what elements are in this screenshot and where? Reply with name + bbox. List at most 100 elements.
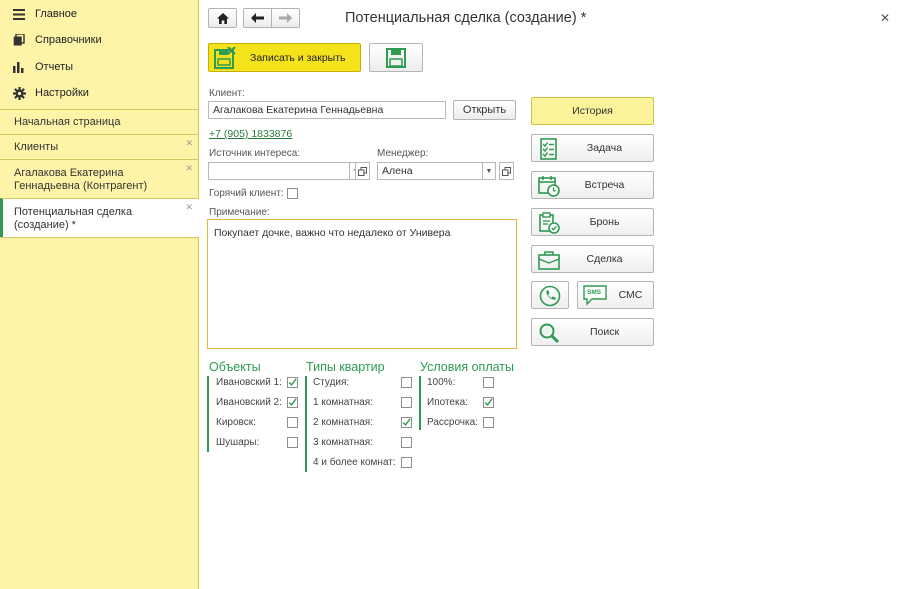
deal-label: Сделка — [586, 253, 623, 265]
manager-field[interactable]: Алена — [377, 162, 483, 180]
close-icon[interactable]: ✕ — [185, 202, 193, 213]
forward-button[interactable] — [271, 8, 300, 28]
phone-link[interactable]: +7 (905) 1833876 — [209, 128, 292, 140]
open-window-icon — [358, 166, 367, 176]
apartments-checkbox-1[interactable] — [401, 397, 412, 408]
search-button[interactable]: Поиск — [531, 318, 654, 346]
open-tab-counterparty[interactable]: Агалакова Екатерина Геннадьевна (Контраг… — [0, 159, 199, 198]
open-tab-home[interactable]: Начальная страница — [0, 109, 199, 134]
booking-button[interactable]: Бронь — [531, 208, 654, 236]
back-button[interactable] — [243, 8, 271, 28]
save-button[interactable] — [369, 43, 423, 72]
manager-dropdown-button[interactable]: ▼ — [483, 162, 496, 180]
checkbox-label: 4 и более комнат: — [313, 457, 396, 468]
objects-checkbox-2[interactable] — [287, 417, 298, 428]
checkbox-label: 2 комнатная: — [313, 417, 373, 428]
nav-item-label: Справочники — [35, 34, 102, 46]
checkbox-label: Ивановский 2: — [216, 397, 282, 408]
hot-client-label: Горячий клиент: — [209, 188, 284, 199]
client-field[interactable]: Агалакова Екатерина Геннадьевна — [208, 101, 446, 119]
objects-group-line — [207, 376, 209, 452]
nav-item-main[interactable]: Главное — [0, 1, 199, 27]
task-button[interactable]: Задача — [531, 134, 654, 162]
payment-checkbox-1[interactable] — [483, 397, 494, 408]
checkbox-label: Рассрочка: — [427, 417, 478, 428]
nav-item-label: Настройки — [35, 87, 89, 99]
sms-label: СМС — [618, 289, 643, 301]
payment-checkbox-0[interactable] — [483, 377, 494, 388]
save-and-close-label: Записать и закрыть — [250, 51, 346, 64]
manager-label: Менеджер: — [377, 148, 429, 159]
nav-item-label: Главное — [35, 8, 78, 20]
payment-checkbox-2[interactable] — [483, 417, 494, 428]
open-client-button[interactable]: Открыть — [453, 100, 516, 120]
phone-icon — [539, 285, 561, 307]
apartments-checkbox-2[interactable] — [401, 417, 412, 428]
home-icon — [216, 12, 229, 24]
arrow-left-icon — [251, 13, 264, 23]
objects-checkbox-3[interactable] — [287, 437, 298, 448]
apartments-checkbox-0[interactable] — [401, 377, 412, 388]
apartments-checkbox-4[interactable] — [401, 457, 412, 468]
history-button[interactable]: История — [531, 97, 654, 125]
open-tab-deal[interactable]: Потенциальная сделка (создание) * ✕ — [0, 198, 199, 237]
source-open-button[interactable] — [355, 162, 370, 180]
note-textarea[interactable]: Покупает дочке, важно что недалеко от Ун… — [207, 219, 517, 349]
objects-checkbox-0[interactable] — [287, 377, 298, 388]
catalog-icon — [12, 33, 26, 47]
search-label: Поиск — [589, 326, 620, 338]
checkbox-label: Ипотека: — [427, 397, 468, 408]
close-icon[interactable]: ✕ — [185, 163, 193, 174]
note-label: Примечание: — [209, 207, 270, 218]
home-button[interactable] — [208, 8, 237, 28]
open-tab-label: Агалакова Екатерина Геннадьевна (Контраг… — [14, 167, 148, 192]
sidebar: Главное Справочники Отчеты Настройки Нач… — [0, 0, 199, 589]
call-button[interactable] — [531, 281, 569, 309]
manager-open-button[interactable] — [499, 162, 514, 180]
checkbox-label: Ивановский 1: — [216, 377, 282, 388]
payment-group-title: Условия оплаты — [420, 360, 515, 374]
open-tab-label: Клиенты — [14, 141, 59, 153]
apartments-group-title: Типы квартир — [306, 360, 385, 374]
checkbox-label: 3 комнатная: — [313, 437, 373, 448]
sms-button[interactable]: SMS СМС — [577, 281, 654, 309]
task-label: Задача — [586, 142, 623, 154]
floppy-disk-icon — [386, 47, 406, 68]
divider — [0, 237, 199, 238]
open-windows-list: Начальная страница Клиенты ✕ Агалакова Е… — [0, 109, 199, 238]
page-title: Потенциальная сделка (создание) * — [345, 10, 587, 26]
apartments-checkbox-3[interactable] — [401, 437, 412, 448]
objects-checkbox-1[interactable] — [287, 397, 298, 408]
objects-group-title: Объекты — [209, 360, 261, 374]
client-label: Клиент: — [209, 88, 245, 99]
checkbox-label: Шушары: — [216, 437, 260, 448]
meeting-label: Встреча — [584, 179, 625, 191]
source-field[interactable] — [208, 162, 350, 180]
nav-item-settings[interactable]: Настройки — [0, 80, 199, 106]
nav-item-catalogs[interactable]: Справочники — [0, 27, 199, 53]
menu-icon — [12, 7, 26, 21]
apartments-group-line — [305, 376, 307, 472]
open-window-icon — [502, 166, 511, 176]
nav-item-reports[interactable]: Отчеты — [0, 54, 199, 80]
source-label: Источник интереса: — [209, 148, 301, 159]
meeting-button[interactable]: Встреча — [531, 171, 654, 199]
open-tab-label: Начальная страница — [14, 116, 121, 128]
payment-group-line — [419, 376, 421, 430]
open-tab-clients[interactable]: Клиенты ✕ — [0, 134, 199, 159]
checkbox-label: 1 комнатная: — [313, 397, 373, 408]
save-and-close-button[interactable]: Записать и закрыть — [208, 43, 361, 72]
nav-item-label: Отчеты — [35, 61, 74, 73]
main-form: Потенциальная сделка (создание) * ✕ Запи… — [200, 0, 900, 589]
close-window-icon[interactable]: ✕ — [880, 11, 890, 25]
checkbox-label: 100%: — [427, 377, 456, 388]
close-icon[interactable]: ✕ — [185, 138, 193, 149]
hot-client-checkbox[interactable] — [287, 188, 298, 199]
deal-button[interactable]: Сделка — [531, 245, 654, 273]
history-label: История — [572, 105, 613, 117]
checkbox-label: Кировск: — [216, 417, 256, 428]
booking-label: Бронь — [589, 216, 620, 228]
save-close-icon — [214, 46, 236, 69]
open-tab-label: Потенциальная сделка (создание) * — [14, 206, 133, 231]
sms-badge-text: SMS — [587, 289, 602, 296]
